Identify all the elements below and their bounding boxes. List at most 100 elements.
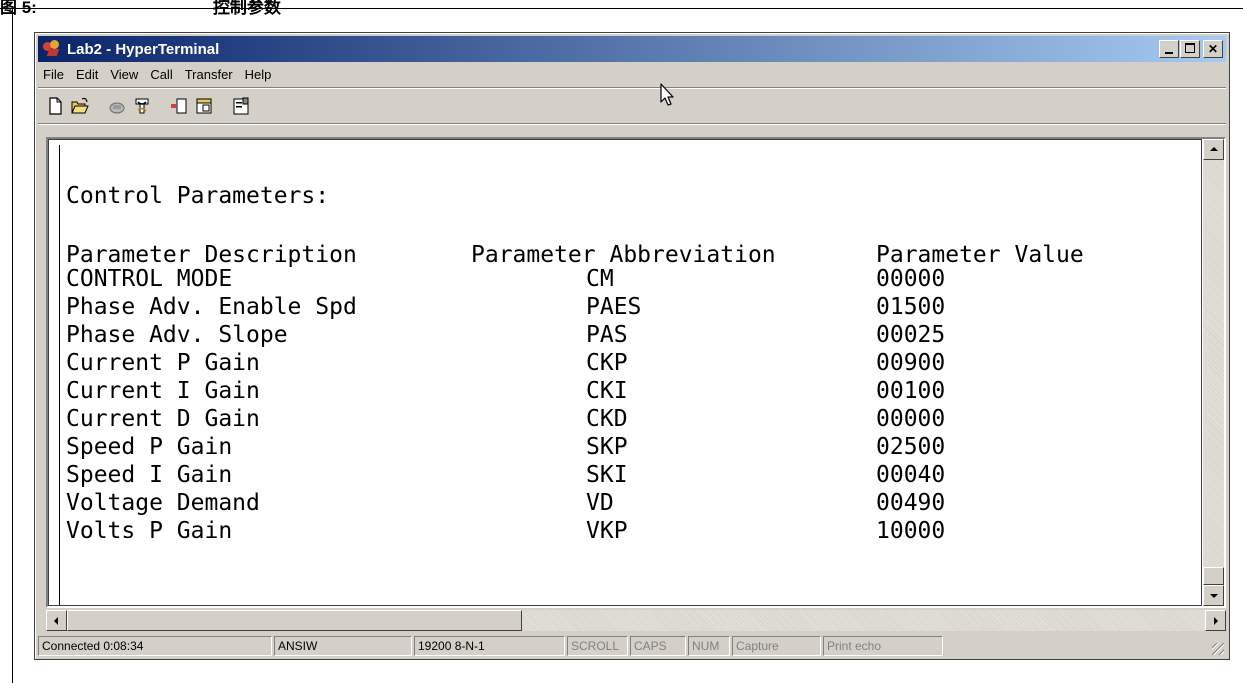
send-file-icon xyxy=(171,98,187,114)
horizontal-scroll-thumb[interactable] xyxy=(67,610,522,631)
table-row: Current P Gain CKP 00900 xyxy=(66,349,1186,377)
param-description: Speed I Gain xyxy=(66,462,233,488)
horizontal-scrollbar[interactable] xyxy=(46,610,1226,631)
call-button[interactable] xyxy=(105,94,129,118)
caption-buttons: ✕ xyxy=(1158,40,1223,58)
vertical-scroll-thumb[interactable] xyxy=(1203,567,1224,585)
param-value: 00000 xyxy=(876,266,946,292)
param-value: 00000 xyxy=(876,406,946,432)
menu-bar: File Edit View Call Transfer Help xyxy=(38,63,1226,85)
properties-button[interactable] xyxy=(229,94,253,118)
new-file-icon xyxy=(49,97,62,115)
param-description: Current I Gain xyxy=(66,378,260,404)
param-description: Current P Gain xyxy=(66,350,260,376)
table-row: Speed P Gain SKP 02500 xyxy=(66,433,1186,461)
param-description: Current D Gain xyxy=(66,406,260,432)
param-abbreviation: SKI xyxy=(586,462,628,488)
hyperterminal-app-icon[interactable] xyxy=(43,40,63,58)
window-title: Lab2 - HyperTerminal xyxy=(67,40,220,58)
resize-grip-icon[interactable] xyxy=(1212,643,1224,655)
table-row: Speed I Gain SKI 00040 xyxy=(66,461,1186,489)
param-description: Voltage Demand xyxy=(66,490,260,516)
arrow-down-icon xyxy=(1210,594,1218,598)
figure-caption: 图 5: 控制参数 xyxy=(0,0,281,18)
scroll-left-button[interactable] xyxy=(46,610,67,631)
param-abbreviation: VD xyxy=(586,490,614,516)
scroll-right-button[interactable] xyxy=(1205,610,1226,631)
toolbar-separator xyxy=(38,123,1226,125)
terminal-area[interactable]: Control Parameters: Parameter Descriptio… xyxy=(46,137,1226,608)
param-value: 00900 xyxy=(876,350,946,376)
table-row: Volts P Gain VKP 10000 xyxy=(66,517,1186,545)
table-row: Phase Adv. Slope PAS 00025 xyxy=(66,321,1186,349)
receive-button[interactable] xyxy=(192,94,216,118)
param-abbreviation: PAES xyxy=(586,294,642,320)
maximize-icon xyxy=(1185,43,1195,53)
minimize-button[interactable] xyxy=(1159,40,1179,58)
status-port-settings: 19200 8-N-1 xyxy=(414,636,565,656)
menu-separator xyxy=(38,87,1226,89)
table-row: Current D Gain CKD 00000 xyxy=(66,405,1186,433)
param-abbreviation: VKP xyxy=(586,518,628,544)
hyperterminal-window: Lab2 - HyperTerminal ✕ File Edit View Ca… xyxy=(34,32,1230,660)
param-value: 01500 xyxy=(876,294,946,320)
status-caps: CAPS xyxy=(630,636,686,656)
status-scroll: SCROLL xyxy=(567,636,628,656)
status-connected: Connected 0:08:34 xyxy=(38,636,272,656)
table-row: Current I Gain CKI 00100 xyxy=(66,377,1186,405)
terminal-heading: Control Parameters: xyxy=(66,183,330,209)
title-bar[interactable]: Lab2 - HyperTerminal ✕ xyxy=(38,36,1226,62)
param-value: 10000 xyxy=(876,518,946,544)
open-button[interactable] xyxy=(68,94,92,118)
param-value: 00025 xyxy=(876,322,946,348)
disconnect-button[interactable] xyxy=(130,94,154,118)
phone-disconnect-icon xyxy=(135,98,149,114)
status-bar: Connected 0:08:34 ANSIW 19200 8-N-1 SCRO… xyxy=(38,635,1226,657)
param-description: Phase Adv. Slope xyxy=(66,322,288,348)
minimize-icon xyxy=(1165,52,1173,54)
param-abbreviation: CM xyxy=(586,266,614,292)
menu-transfer[interactable]: Transfer xyxy=(180,67,240,82)
terminal-screen[interactable]: Control Parameters: Parameter Descriptio… xyxy=(59,145,1201,605)
param-value: 00490 xyxy=(876,490,946,516)
param-description: CONTROL MODE xyxy=(66,266,233,292)
open-folder-icon xyxy=(71,97,89,114)
status-emulation: ANSIW xyxy=(274,636,412,656)
menu-call[interactable]: Call xyxy=(145,67,179,82)
terminal-frame: Control Parameters: Parameter Descriptio… xyxy=(48,139,1202,606)
param-abbreviation: CKP xyxy=(586,350,628,376)
close-button[interactable]: ✕ xyxy=(1203,40,1223,58)
properties-icon xyxy=(233,97,249,115)
table-row: CONTROL MODE CM 00000 xyxy=(66,265,1186,293)
param-abbreviation: PAS xyxy=(586,322,628,348)
mouse-pointer-icon xyxy=(660,83,674,106)
arrow-right-icon xyxy=(1214,617,1218,625)
arrow-left-icon xyxy=(54,617,58,625)
document-left-rule xyxy=(12,8,13,683)
param-abbreviation: CKI xyxy=(586,378,628,404)
param-value: 00040 xyxy=(876,462,946,488)
menu-help[interactable]: Help xyxy=(240,67,279,82)
param-value: 00100 xyxy=(876,378,946,404)
scroll-down-button[interactable] xyxy=(1203,585,1224,606)
menu-file[interactable]: File xyxy=(38,67,71,82)
table-row: Voltage Demand VD 00490 xyxy=(66,489,1186,517)
status-print-echo: Print echo xyxy=(823,636,943,656)
param-description: Volts P Gain xyxy=(66,518,233,544)
status-num: NUM xyxy=(688,636,730,656)
param-abbreviation: SKP xyxy=(586,434,628,460)
menu-edit[interactable]: Edit xyxy=(71,67,105,82)
scroll-up-button[interactable] xyxy=(1203,139,1224,160)
phone-connect-icon xyxy=(109,102,125,114)
close-icon: ✕ xyxy=(1207,42,1219,56)
send-button[interactable] xyxy=(167,94,191,118)
new-connection-button[interactable] xyxy=(43,94,67,118)
param-description: Phase Adv. Enable Spd xyxy=(66,294,357,320)
receive-file-icon xyxy=(196,98,212,114)
menu-view[interactable]: View xyxy=(105,67,145,82)
status-capture: Capture xyxy=(732,636,821,656)
toolbar xyxy=(43,92,254,120)
vertical-scrollbar[interactable] xyxy=(1203,139,1224,606)
param-description: Speed P Gain xyxy=(66,434,233,460)
maximize-button[interactable] xyxy=(1180,40,1200,58)
